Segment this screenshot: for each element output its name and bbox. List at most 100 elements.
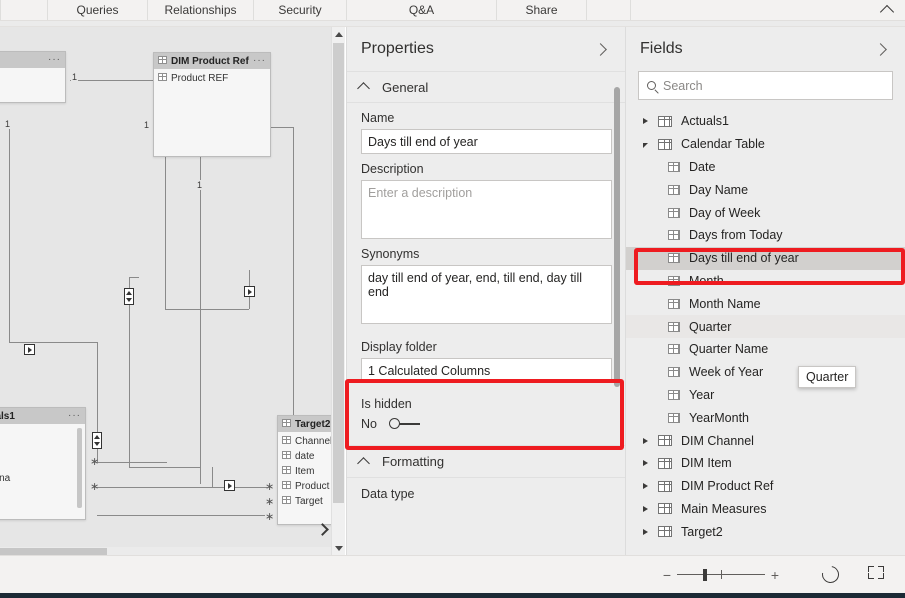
description-field-block: Description (347, 154, 625, 239)
section-general[interactable]: General (347, 71, 625, 103)
table-card-field-row[interactable]: annel (0, 441, 85, 456)
ribbon-tab-qa[interactable]: Q&A (347, 0, 497, 20)
field-tree-table-dim-item[interactable]: DIM Item (626, 452, 905, 475)
expand-collapse-twisty[interactable] (638, 437, 652, 444)
zoom-slider-thumb[interactable] (703, 569, 707, 581)
field-tree-column-month[interactable]: Month (626, 270, 905, 293)
name-input[interactable] (361, 129, 612, 154)
expand-pane-button[interactable] (314, 521, 330, 537)
canvas-hscroll-thumb[interactable] (0, 548, 107, 555)
ribbon-tab-0[interactable] (0, 0, 48, 20)
zoom-out-button[interactable]: − (660, 567, 674, 583)
expand-collapse-twisty[interactable] (638, 118, 652, 125)
table-card-field-row[interactable]: te (0, 456, 85, 471)
field-tree-table-target2[interactable]: Target2 (626, 520, 905, 543)
table-card-field-row[interactable]: Item (278, 464, 331, 479)
chevron-up-icon (357, 82, 370, 95)
scroll-up-button[interactable] (332, 27, 345, 41)
bidirectional-filter-icon[interactable] (92, 432, 102, 449)
field-tree-column-day-of-week[interactable]: Day of Week (626, 201, 905, 224)
zoom-slider[interactable] (677, 568, 765, 582)
table-card-field-row[interactable]: m (0, 486, 85, 501)
field-tree-column-quarter-name[interactable]: Quarter Name (626, 338, 905, 361)
fit-to-screen-button[interactable] (868, 566, 886, 584)
field-tree-column-yearmonth[interactable]: YearMonth (626, 406, 905, 429)
properties-pane-scrollbar[interactable] (614, 87, 620, 387)
fields-collapse-button[interactable] (871, 39, 891, 59)
table-card-menu-button[interactable]: ··· (68, 411, 81, 421)
table-card-actuals1[interactable]: tuals1 ··· tuals annel te Semana m (0, 407, 86, 520)
field-tree-column-days-from-today[interactable]: Days from Today (626, 224, 905, 247)
expand-collapse-twisty[interactable] (638, 528, 652, 535)
table-card-field-row[interactable]: tuals (0, 426, 85, 441)
expand-collapse-twisty[interactable] (638, 505, 652, 512)
relationship-line (9, 342, 97, 343)
table-card-dim-product-ref[interactable]: DIM Product Ref ··· Product REF (153, 52, 271, 157)
is-hidden-toggle[interactable] (389, 417, 421, 431)
canvas-vertical-scrollbar[interactable] (331, 27, 345, 555)
properties-collapse-button[interactable] (591, 39, 611, 59)
bidirectional-filter-icon[interactable] (124, 288, 134, 305)
field-tree-table-dim-channel[interactable]: DIM Channel (626, 429, 905, 452)
field-tree-table-main-measures[interactable]: Main Measures (626, 498, 905, 521)
table-card-field-row[interactable]: Product REF (154, 71, 270, 86)
field-tree-column-day-name[interactable]: Day Name (626, 178, 905, 201)
canvas-horizontal-scrollbar[interactable] (0, 547, 331, 555)
field-tree-label: Actuals1 (681, 114, 729, 129)
expand-collapse-twisty[interactable] (638, 141, 652, 148)
search-box[interactable] (638, 71, 893, 100)
field-tree-label: YearMonth (689, 410, 749, 425)
table-card-header[interactable]: Target2 (278, 416, 331, 432)
table-card-dim-channel[interactable]: nel ··· (0, 51, 66, 103)
ribbon-collapse-button[interactable] (875, 0, 899, 20)
ribbon-tab-security[interactable]: Security (254, 0, 347, 20)
description-input[interactable] (361, 180, 612, 239)
table-card-header[interactable]: tuals1 ··· (0, 408, 85, 424)
table-card-scrollbar[interactable] (77, 428, 82, 508)
expand-collapse-twisty[interactable] (638, 460, 652, 467)
ribbon-tab-6[interactable] (587, 0, 631, 20)
search-input[interactable] (663, 78, 873, 93)
field-tree-column-date[interactable]: Date (626, 156, 905, 179)
table-card-field-row[interactable]: Semana (0, 471, 85, 486)
table-card-field-row[interactable]: Product RE (278, 479, 331, 494)
ribbon-tab-queries[interactable]: Queries (48, 0, 148, 20)
table-card-field-row[interactable]: date (278, 449, 331, 464)
field-tree-table-calendar-table[interactable]: Calendar Table (626, 133, 905, 156)
field-tree-column-year[interactable]: Year (626, 384, 905, 407)
section-formatting-label: Formatting (382, 454, 445, 469)
crossfilter-direction-icon[interactable] (224, 480, 235, 491)
field-tree-column-month-name[interactable]: Month Name (626, 292, 905, 315)
expand-collapse-twisty[interactable] (638, 483, 652, 490)
crossfilter-direction-icon[interactable] (24, 344, 35, 355)
synonyms-input[interactable] (361, 265, 612, 324)
table-card-field-row[interactable]: Channel (278, 434, 331, 449)
field-tree-table-dim-product-ref[interactable]: DIM Product Ref (626, 475, 905, 498)
field-tree-column-quarter[interactable]: Quarter (626, 315, 905, 338)
crossfilter-direction-icon[interactable] (244, 286, 255, 297)
field-tree-column-week-of-year[interactable]: Week of Year (626, 361, 905, 384)
chevron-right-icon (315, 522, 329, 536)
ribbon-tab-share[interactable]: Share (497, 0, 587, 20)
field-tree-column-days-till-end-of-year[interactable]: Days till end of year (626, 246, 905, 270)
table-card-header[interactable]: nel ··· (0, 52, 65, 68)
scroll-down-button[interactable] (332, 541, 345, 555)
column-icon (282, 466, 291, 477)
display-folder-input[interactable] (361, 358, 612, 383)
table-card-menu-button[interactable]: ··· (253, 56, 266, 66)
table-card-target2[interactable]: Target2 Channel date Item Product RE Tar… (277, 415, 331, 525)
ribbon-tab-relationships[interactable]: Relationships (148, 0, 254, 20)
chevron-right-icon (642, 505, 648, 512)
column-icon (668, 253, 680, 264)
refresh-button[interactable] (818, 562, 843, 587)
fields-pane-header: Fields (626, 27, 905, 71)
model-diagram-canvas[interactable]: 1 1 1 1 ∗ ∗ ∗ ∗ ∗ nel ··· (0, 27, 331, 555)
table-card-field-row[interactable]: Target (278, 494, 331, 509)
field-tree-table-actuals1[interactable]: Actuals1 (626, 110, 905, 133)
zoom-in-button[interactable]: + (768, 567, 782, 583)
table-card-header[interactable]: DIM Product Ref ··· (154, 53, 270, 69)
section-formatting[interactable]: Formatting (347, 446, 625, 478)
canvas-vscroll-thumb[interactable] (333, 43, 344, 503)
table-card-field-label: Channel (295, 436, 331, 447)
table-card-menu-button[interactable]: ··· (48, 55, 61, 65)
